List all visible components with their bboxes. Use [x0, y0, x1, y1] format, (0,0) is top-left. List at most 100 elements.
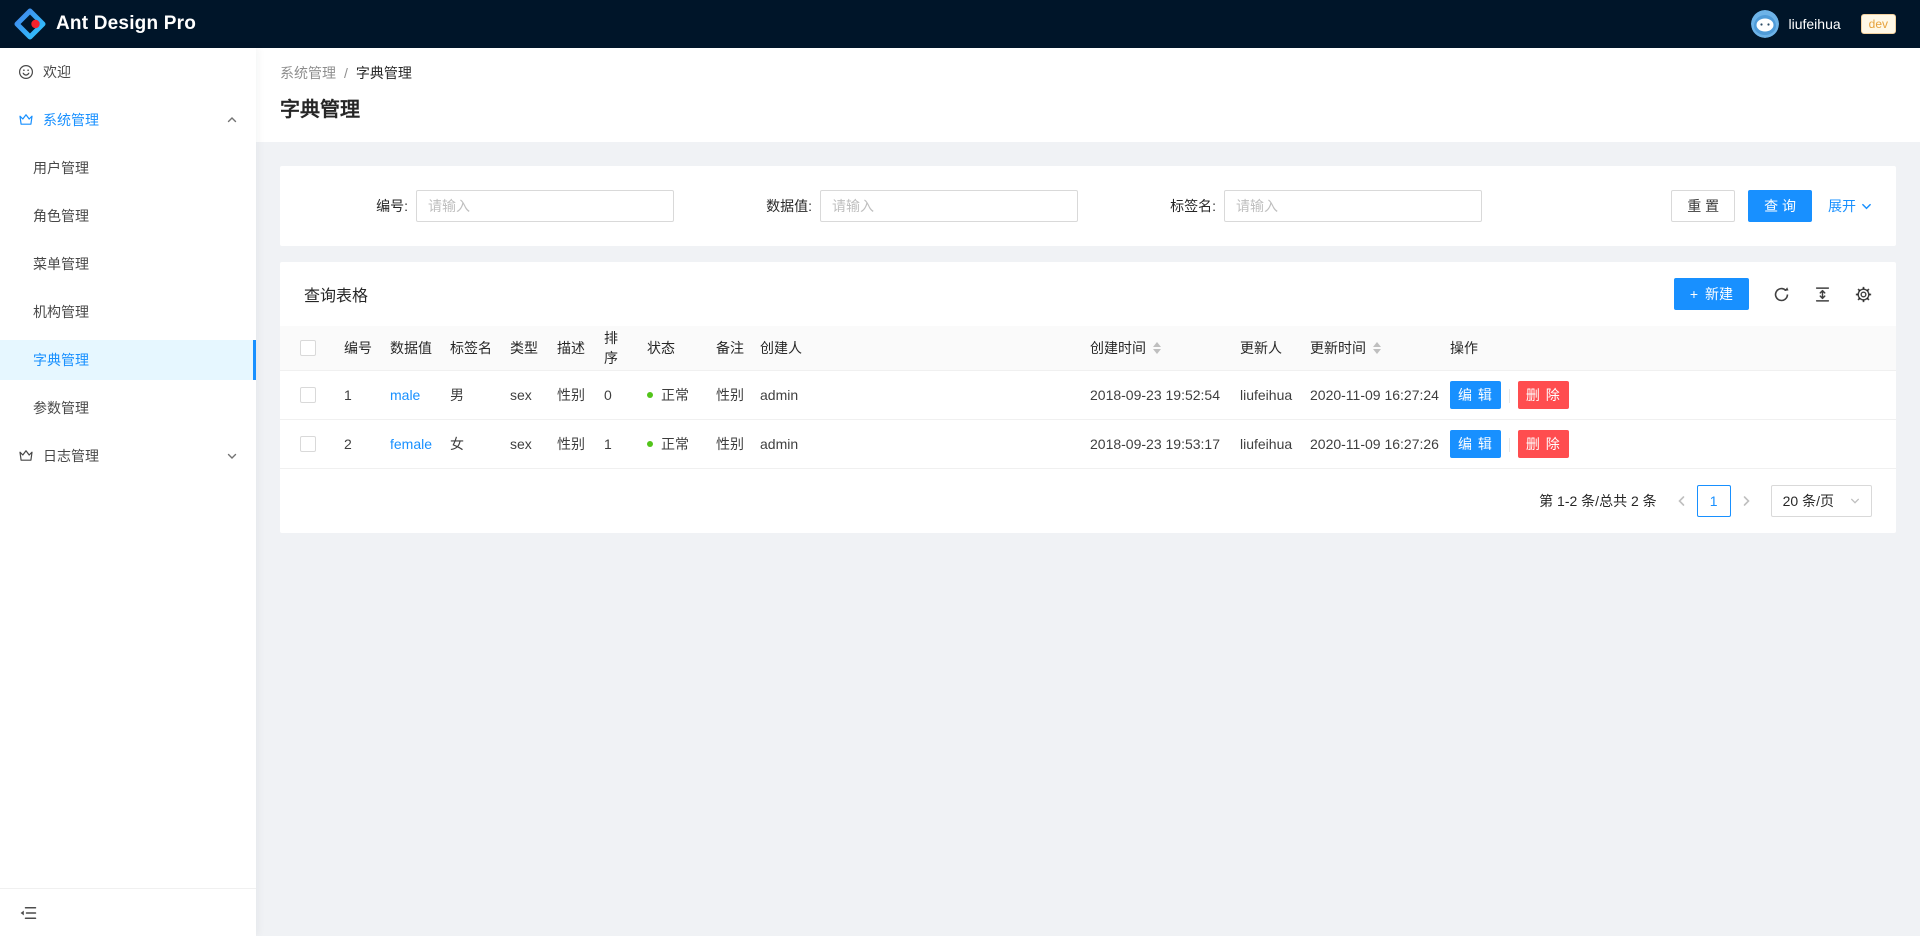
next-page-icon[interactable]: [1731, 485, 1761, 517]
prev-page-icon[interactable]: [1667, 485, 1697, 517]
app-title: Ant Design Pro: [56, 13, 196, 35]
search-field-value: 数据值:: [708, 190, 1112, 222]
value-input[interactable]: [820, 190, 1078, 222]
select-all-checkbox[interactable]: [300, 340, 316, 356]
table-row: 2 female 女 sex 性别 1 正常 性别 admin 2018-09-…: [280, 419, 1896, 468]
column-header: 标签名: [442, 326, 502, 370]
column-header: 操作: [1442, 326, 1896, 370]
reload-icon[interactable]: [1773, 286, 1790, 303]
sidebar-item-menu-management[interactable]: 菜单管理: [0, 244, 256, 284]
sidebar-item-user-management[interactable]: 用户管理: [0, 148, 256, 188]
chevron-down-icon: [1861, 201, 1872, 212]
edit-button[interactable]: 编 辑: [1450, 381, 1501, 409]
cell-no: 1: [336, 370, 382, 419]
new-button[interactable]: +新建: [1674, 278, 1749, 310]
cell-updater: liufeihua: [1232, 419, 1302, 468]
sidebar-item-label: 菜单管理: [33, 254, 89, 274]
density-icon[interactable]: [1814, 286, 1831, 303]
status-dot: [647, 441, 653, 447]
column-header-sortable[interactable]: 创建时间: [1082, 326, 1232, 370]
cell-sort: 0: [596, 370, 639, 419]
sidebar-item-label: 日志管理: [43, 446, 99, 466]
crown-icon: [18, 112, 34, 128]
sidebar-item-label: 用户管理: [33, 158, 89, 178]
page-number-1[interactable]: 1: [1697, 485, 1731, 517]
delete-button[interactable]: 删 除: [1518, 430, 1569, 458]
column-header: 编号: [336, 326, 382, 370]
cell-updated-at: 2020-11-09 16:27:24: [1302, 370, 1442, 419]
row-checkbox[interactable]: [300, 387, 316, 403]
cell-updated-at: 2020-11-09 16:27:26: [1302, 419, 1442, 468]
cell-type: sex: [502, 419, 549, 468]
sidebar-item-label: 系统管理: [43, 110, 99, 130]
sidebar-item-dict-management[interactable]: 字典管理: [0, 340, 256, 380]
sidebar-item-role-management[interactable]: 角色管理: [0, 196, 256, 236]
status-badge: 正常: [647, 434, 689, 454]
column-header: 备注: [708, 326, 752, 370]
table-toolbar: 查询表格 +新建: [280, 262, 1896, 326]
search-field-tag: 标签名:: [1112, 190, 1516, 222]
search-actions: 重 置 查 询 展开: [1516, 190, 1872, 222]
toolbar-actions: +新建: [1674, 278, 1872, 310]
status-dot: [647, 392, 653, 398]
chevron-down-icon: [1850, 496, 1860, 506]
column-header-sortable[interactable]: 更新时间: [1302, 326, 1442, 370]
cell-remark: 性别: [708, 419, 752, 468]
sidebar-item-welcome[interactable]: 欢迎: [0, 52, 256, 92]
cell-creator: admin: [752, 419, 1082, 468]
breadcrumb-separator: /: [344, 65, 348, 81]
brand[interactable]: Ant Design Pro: [14, 8, 196, 40]
cell-description: 性别: [549, 419, 596, 468]
chevron-down-icon: [226, 450, 238, 462]
sidebar-item-log-management[interactable]: 日志管理: [0, 436, 256, 476]
sidebar-item-label: 欢迎: [43, 62, 71, 82]
row-checkbox[interactable]: [300, 436, 316, 452]
column-header: 更新人: [1232, 326, 1302, 370]
table-card: 查询表格 +新建: [280, 262, 1896, 533]
content-area: 编号: 数据值: 标签名: 重 置 查 询: [256, 142, 1920, 936]
status-badge: 正常: [647, 385, 689, 405]
search-form: 编号: 数据值: 标签名: 重 置 查 询: [280, 166, 1896, 246]
chevron-up-icon: [226, 114, 238, 126]
table-title: 查询表格: [304, 282, 368, 306]
no-input[interactable]: [416, 190, 674, 222]
page-title: 字典管理: [280, 93, 1896, 122]
breadcrumb-section[interactable]: 系统管理: [280, 65, 336, 81]
cell-sort: 1: [596, 419, 639, 468]
sidebar-item-system-management[interactable]: 系统管理: [0, 100, 256, 140]
expand-toggle[interactable]: 展开: [1828, 196, 1872, 216]
settings-gear-icon[interactable]: [1855, 286, 1872, 303]
sidebar-collapse-button[interactable]: [0, 888, 256, 936]
sidebar-item-param-management[interactable]: 参数管理: [0, 388, 256, 428]
cell-description: 性别: [549, 370, 596, 419]
query-button[interactable]: 查 询: [1748, 190, 1812, 222]
column-header: 描述: [549, 326, 596, 370]
expand-label: 展开: [1828, 196, 1856, 216]
search-field-no: 编号:: [304, 190, 708, 222]
column-header: 类型: [502, 326, 549, 370]
cell-created-at: 2018-09-23 19:53:17: [1082, 419, 1232, 468]
page-size-select[interactable]: 20 条/页: [1771, 485, 1872, 517]
tag-input[interactable]: [1224, 190, 1482, 222]
sidebar-item-label: 字典管理: [33, 350, 89, 370]
sidebar-item-label: 参数管理: [33, 398, 89, 418]
sidebar-item-label: 机构管理: [33, 302, 89, 322]
user-avatar[interactable]: [1751, 10, 1779, 38]
column-header: 数据值: [382, 326, 442, 370]
reset-button[interactable]: 重 置: [1671, 190, 1735, 222]
column-header: 状态: [639, 326, 708, 370]
main-content: 系统管理/字典管理 字典管理 编号: 数据值: 标签名:: [256, 48, 1920, 936]
cell-actions: 编 辑删 除: [1442, 419, 1896, 468]
sidebar-item-org-management[interactable]: 机构管理: [0, 292, 256, 332]
edit-button[interactable]: 编 辑: [1450, 430, 1501, 458]
main-layout: 欢迎 系统管理 用户管理 角色管: [0, 48, 1920, 936]
table-header-row: 编号 数据值 标签名 类型 描述 排序 状态 备注 创建人 创建时间: [280, 326, 1896, 370]
cell-tag: 女: [442, 419, 502, 468]
delete-button[interactable]: 删 除: [1518, 381, 1569, 409]
action-divider: [1509, 389, 1510, 403]
cell-value-link[interactable]: male: [390, 387, 420, 403]
breadcrumb: 系统管理/字典管理: [280, 63, 1896, 83]
username[interactable]: liufeihua: [1788, 16, 1840, 32]
cell-value-link[interactable]: female: [390, 436, 432, 452]
column-header: 创建人: [752, 326, 1082, 370]
